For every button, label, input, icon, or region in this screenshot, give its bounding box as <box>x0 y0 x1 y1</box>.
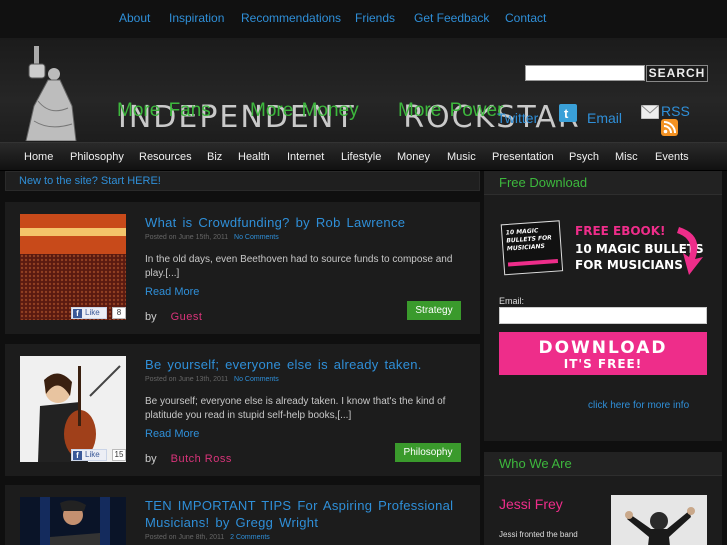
email-icon[interactable] <box>641 105 659 119</box>
free-download-widget: Free Download 10 MAGIC BULLETS FOR MUSIC… <box>484 171 722 441</box>
post-title[interactable]: What is Crowdfunding? by Rob Lawrence <box>145 214 465 231</box>
search-input[interactable] <box>525 65 645 81</box>
post-card: TEN IMPORTANT TIPS For Aspiring Professi… <box>5 485 480 545</box>
cat-nav-money[interactable]: Money <box>397 151 430 163</box>
top-nav: About Inspiration Recommendations Friend… <box>0 0 727 38</box>
cat-nav-psych[interactable]: Psych <box>569 151 599 163</box>
cat-nav-misc[interactable]: Misc <box>615 151 638 163</box>
welcome-bar: New to the site? Start HERE! <box>5 171 480 191</box>
post-thumbnail-guitarist[interactable] <box>20 497 126 545</box>
facebook-like-button[interactable]: f Like <box>71 307 107 319</box>
post-thumbnail-cellist[interactable] <box>20 356 126 462</box>
by-label: by <box>145 453 157 465</box>
read-more-link[interactable]: Read More <box>145 428 199 440</box>
nav-about-link[interactable]: About <box>119 11 150 25</box>
fb-like-count: 15 <box>112 449 126 461</box>
cat-nav-home[interactable]: Home <box>24 151 53 163</box>
cat-nav-health[interactable]: Health <box>238 151 270 163</box>
nav-friends-link[interactable]: Friends <box>355 11 395 25</box>
more-info-link[interactable]: click here for more info <box>588 400 689 411</box>
nav-inspiration-link[interactable]: Inspiration <box>169 11 224 25</box>
read-more-link[interactable]: Read More <box>145 286 199 298</box>
facebook-icon: f <box>73 309 82 318</box>
statue-guitar-logo-icon[interactable] <box>20 46 90 141</box>
facebook-icon: f <box>73 451 82 460</box>
member-blurb: Jessi fronted the band <box>499 530 578 539</box>
main-content: New to the site? Start HERE! f Like 8 Wha… <box>0 171 480 545</box>
sidebar: Free Download 10 MAGIC BULLETS FOR MUSIC… <box>484 171 727 545</box>
email-label: Email: <box>499 296 525 306</box>
tagline-more-money: More Money <box>250 100 359 121</box>
cat-nav-resources[interactable]: Resources <box>139 151 192 163</box>
category-badge-philosophy[interactable]: Philosophy <box>395 443 461 462</box>
start-here-link[interactable]: New to the site? Start HERE! <box>19 175 161 187</box>
ebook-banner[interactable]: 10 MAGIC BULLETS FOR MUSICIANS FREE EBOO… <box>499 217 709 281</box>
twitter-icon[interactable]: t <box>559 104 577 122</box>
email-link[interactable]: Email <box>587 110 622 126</box>
fb-like-label: Like <box>85 450 100 459</box>
cat-nav-music[interactable]: Music <box>447 151 476 163</box>
free-download-title: Free Download <box>484 171 722 195</box>
rss-icon[interactable] <box>661 119 678 136</box>
ebook-line-3: FOR MUSICIANS <box>575 258 683 272</box>
post-date: Posted on June 13th, 2011 <box>145 376 229 383</box>
post-excerpt: In the old days, even Beethoven had to s… <box>145 254 453 279</box>
category-nav: Home Philosophy Resources Biz Health Int… <box>0 142 727 171</box>
post-card: f Like 8 What is Crowdfunding? by Rob Law… <box>5 202 480 334</box>
cat-nav-biz[interactable]: Biz <box>207 151 222 163</box>
facebook-like-button[interactable]: f Like <box>71 449 107 461</box>
post-byline: by Guest <box>145 311 202 323</box>
tagline-more-fans: More Fans <box>117 100 211 121</box>
post-excerpt: Be yourself; everyone else is already ta… <box>145 396 446 421</box>
post-comments-link[interactable]: No Comments <box>234 376 279 383</box>
download-sub-label: IT'S FREE! <box>563 357 643 371</box>
nav-get-feedback-link[interactable]: Get Feedback <box>414 11 489 25</box>
post-comments-link[interactable]: No Comments <box>234 234 279 241</box>
post-title[interactable]: Be yourself; everyone else is already ta… <box>145 356 465 373</box>
post-meta: Posted on June 13th, 2011 No Comments <box>145 376 279 383</box>
download-button[interactable]: DOWNLOAD IT'S FREE! <box>499 332 707 375</box>
cat-nav-presentation[interactable]: Presentation <box>492 151 554 163</box>
nav-contact-link[interactable]: Contact <box>505 11 546 25</box>
twitter-link[interactable]: Twitter <box>497 110 538 126</box>
cat-nav-philosophy[interactable]: Philosophy <box>70 151 124 163</box>
post-date: Posted on June 8th, 2011 <box>145 534 225 541</box>
rss-link[interactable]: RSS <box>661 103 690 119</box>
download-label: DOWNLOAD <box>538 338 668 358</box>
cat-nav-internet[interactable]: Internet <box>287 151 324 163</box>
category-badge-strategy[interactable]: Strategy <box>407 301 461 320</box>
cat-nav-lifestyle[interactable]: Lifestyle <box>341 151 381 163</box>
who-we-are-title: Who We Are <box>484 452 722 476</box>
member-photo <box>611 495 707 545</box>
post-title[interactable]: TEN IMPORTANT TIPS For Aspiring Professi… <box>145 497 465 531</box>
svg-text:t: t <box>564 106 569 121</box>
site-header: INDEPENDENT ROCKSTAR More Fans More Mone… <box>0 38 727 142</box>
post-author-link[interactable]: Guest <box>171 311 203 323</box>
post-thumbnail-crowd[interactable] <box>20 214 126 320</box>
search-button[interactable]: SEARCH <box>646 65 708 82</box>
post-byline: by Butch Ross <box>145 453 232 465</box>
post-comments-link[interactable]: 2 Comments <box>230 534 270 541</box>
post-author-link[interactable]: Butch Ross <box>171 453 232 465</box>
fb-like-count: 8 <box>112 307 126 319</box>
cat-nav-events[interactable]: Events <box>655 151 689 163</box>
post-date: Posted on June 15th, 2011 <box>145 234 229 241</box>
member-name[interactable]: Jessi Frey <box>499 496 563 512</box>
post-meta: Posted on June 15th, 2011 No Comments <box>145 234 279 241</box>
email-field[interactable] <box>499 307 707 324</box>
fb-like-label: Like <box>85 308 100 317</box>
tagline-more-power: More Power <box>398 100 504 121</box>
post-meta: Posted on June 8th, 2011 2 Comments <box>145 534 270 541</box>
nav-recommendations-link[interactable]: Recommendations <box>241 11 341 25</box>
ebook-line-1: FREE EBOOK! <box>575 224 666 238</box>
by-label: by <box>145 311 157 323</box>
post-card: f Like 15 Be yourself; everyone else is a… <box>5 344 480 476</box>
